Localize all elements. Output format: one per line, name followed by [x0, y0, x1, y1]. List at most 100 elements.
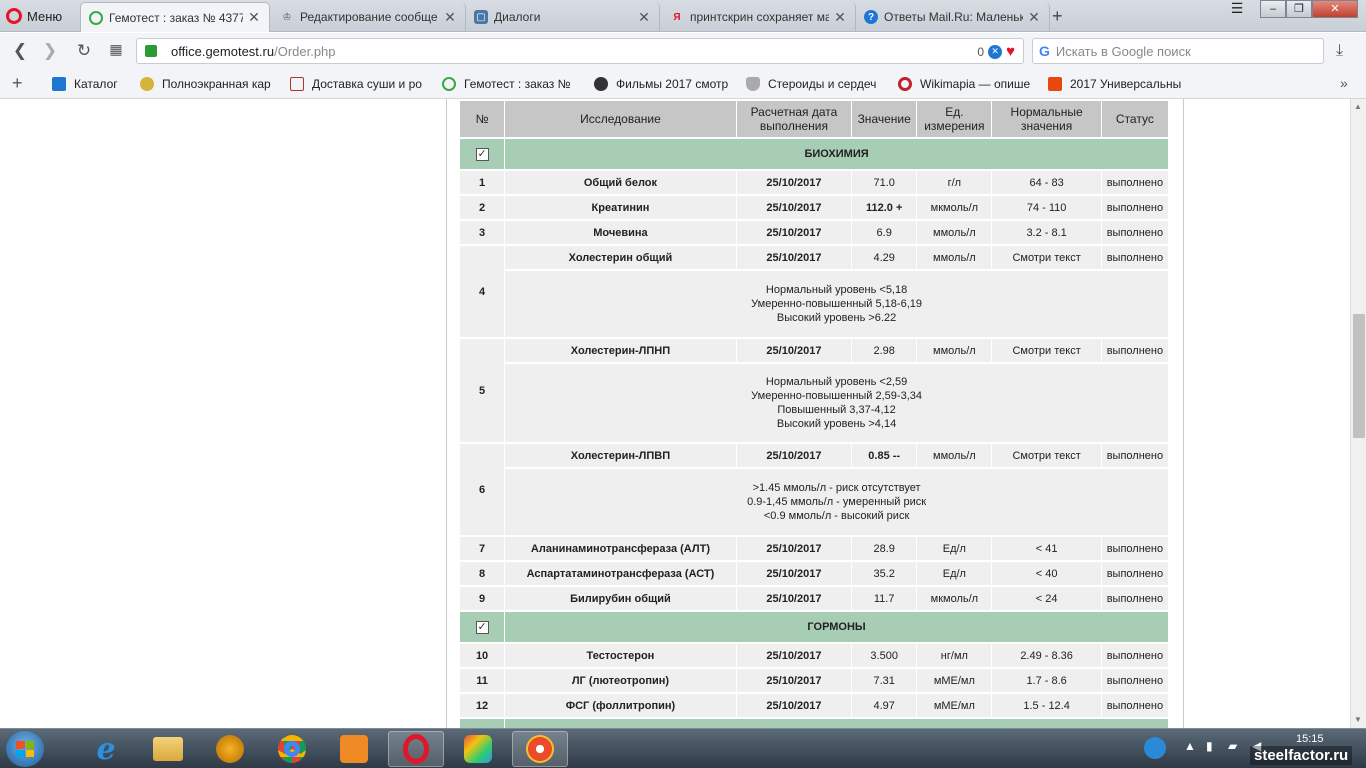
sushi-icon: [290, 77, 304, 91]
show-hidden-icons-icon[interactable]: ▲: [1184, 739, 1196, 753]
page-scrollbar[interactable]: ▲ ▼: [1350, 99, 1366, 728]
minimize-button[interactable]: –: [1260, 0, 1286, 18]
table-row: 7 Аланинаминотрансфераза (АЛТ) 25/10/201…: [460, 537, 1168, 560]
table-row: 8 Аспартатаминотрансфераза (АСТ) 25/10/2…: [460, 562, 1168, 585]
folder-icon: [153, 737, 183, 761]
col-header-value: Значение: [852, 101, 917, 137]
watermark: steelfactor.ru: [1250, 746, 1353, 765]
table-row: 3 Мочевина 25/10/2017 6.9 ммоль/л 3.2 - …: [460, 221, 1168, 244]
windows-logo-icon: [16, 741, 34, 757]
taskbar-media-player[interactable]: [326, 731, 382, 767]
vk-favicon-icon: ▢: [474, 10, 488, 24]
forum-favicon-icon: ♔: [282, 11, 292, 23]
bookmark-wikimapia[interactable]: Wikimapia — опише: [898, 76, 1032, 92]
bookmark-sushi-delivery[interactable]: Доставка суши и ро: [290, 76, 426, 92]
catalog-icon: [52, 77, 66, 91]
forward-button[interactable]: ❯: [40, 41, 60, 61]
films-icon: [594, 77, 608, 91]
search-placeholder: Искать в Google поиск: [1055, 43, 1191, 59]
taskbar-app-star[interactable]: [512, 731, 568, 767]
order-panel: № Исследование Расчетная дата выполнения…: [446, 99, 1184, 728]
col-header-date: Расчетная дата выполнения: [736, 101, 852, 137]
reference-note: Нормальный уровень <5,18 Умеренно-повыше…: [505, 271, 1168, 337]
window-controls: – ❐ ✕: [1260, 0, 1358, 18]
bookmark-films-2017[interactable]: Фильмы 2017 смотр: [594, 76, 728, 92]
tab-printscreen[interactable]: Я принтскрин сохраняет ма ✕: [662, 2, 856, 32]
tab-dialogs[interactable]: ▢ Диалоги ✕: [466, 2, 660, 32]
add-bookmark-button[interactable]: +: [12, 73, 23, 94]
google-icon: G: [1039, 43, 1050, 59]
url-field[interactable]: office.gemotest.ru /Order.php 0 ✕ ♥: [136, 38, 1024, 64]
shield-icon: [746, 77, 760, 91]
col-header-status: Статус: [1101, 101, 1168, 137]
section-title: БИОХИМИЯ: [505, 139, 1168, 169]
taskbar-explorer[interactable]: [140, 731, 196, 767]
start-button[interactable]: [6, 731, 44, 767]
tab-bar: Меню Гемотест : заказ № 43771 ✕ ♔ Редакт…: [0, 0, 1366, 32]
section-row-hormones: ✓ ГОРМОНЫ: [460, 612, 1168, 642]
bookmark-fullscreen-map[interactable]: Полноэкранная кар: [140, 76, 274, 92]
close-icon[interactable]: ✕: [1027, 9, 1041, 26]
new-tab-button[interactable]: +: [1052, 6, 1063, 27]
table-note-row: Нормальный уровень <2,59 Умеренно-повыше…: [460, 364, 1168, 442]
aliexpress-icon: [1048, 77, 1062, 91]
scrollbar-thumb[interactable]: [1353, 314, 1365, 438]
gemotest-icon: [442, 77, 456, 91]
paint-palette-icon: [464, 735, 492, 763]
vpn-icon[interactable]: ✕: [988, 44, 1003, 59]
checkbox-checked-icon[interactable]: ✓: [475, 147, 489, 161]
reference-note: >1.45 ммоль/л - риск отсутствует 0.9-1,4…: [505, 469, 1168, 535]
taskbar-aimp[interactable]: [202, 731, 258, 767]
tab-edit-message[interactable]: ♔ Редактирование сообще ✕: [272, 2, 466, 32]
chrome-icon: [278, 735, 306, 763]
clock[interactable]: 15:15: [1296, 733, 1324, 745]
close-icon[interactable]: ✕: [247, 9, 261, 26]
bookmark-gemotest[interactable]: Гемотест : заказ №: [442, 76, 576, 92]
taskbar-chrome[interactable]: [264, 731, 320, 767]
taskbar-opera[interactable]: [388, 731, 444, 767]
mailru-answers-favicon-icon: ?: [864, 10, 878, 24]
taskbar-ie[interactable]: e: [78, 731, 134, 767]
close-icon[interactable]: ✕: [833, 9, 847, 26]
url-host: office.gemotest.ru: [171, 43, 275, 59]
speed-dial-grid-icon[interactable]: ▦: [106, 41, 126, 58]
table-row: 6 Холестерин-ЛПВП 25/10/2017 0.85 -- ммо…: [460, 444, 1168, 535]
secure-lock-icon: [145, 45, 157, 57]
table-row: 1 Общий белок 25/10/2017 71.0 г/л 64 - 8…: [460, 171, 1168, 194]
bookmark-heart-icon[interactable]: ♥: [1006, 43, 1015, 60]
search-field[interactable]: G Искать в Google поиск: [1032, 38, 1324, 64]
tab-gemotest[interactable]: Гемотест : заказ № 43771 ✕: [80, 2, 270, 32]
table-row: 2 Креатинин 25/10/2017 112.0 + мкмоль/л …: [460, 196, 1168, 219]
close-icon[interactable]: ✕: [443, 9, 457, 26]
col-header-norm: Нормальные значения: [992, 101, 1101, 137]
col-header-unit: Ед. измерения: [917, 101, 992, 137]
restore-button[interactable]: ❐: [1286, 0, 1312, 18]
bookmark-steroids[interactable]: Стероиды и сердеч: [746, 76, 880, 92]
bookmarks-bar: + Каталог Полноэкранная кар Доставка суш…: [0, 69, 1366, 99]
checkbox-checked-icon[interactable]: ✓: [475, 620, 489, 634]
scroll-down-icon[interactable]: ▼: [1354, 715, 1362, 724]
battery-icon[interactable]: ▮: [1206, 739, 1213, 753]
section-checkbox[interactable]: ✓: [460, 612, 505, 642]
tab-otvety-mail[interactable]: ? Ответы Mail.Ru: Маленьк ✕: [856, 2, 1050, 32]
close-window-button[interactable]: ✕: [1312, 0, 1358, 18]
url-actions: 0 ✕ ♥: [977, 43, 1015, 60]
section-checkbox[interactable]: ✓: [460, 139, 505, 169]
table-row: 11 ЛГ (лютеотропин) 25/10/2017 7.31 мМЕ/…: [460, 669, 1168, 692]
back-button[interactable]: ❮: [10, 41, 30, 61]
section-row-next: [460, 719, 1168, 728]
tab-menu-icon[interactable]: ☰: [1226, 0, 1248, 18]
bookmark-catalog[interactable]: Каталог: [52, 76, 132, 92]
taskbar-paint[interactable]: [450, 731, 506, 767]
network-icon[interactable]: ▰: [1228, 739, 1237, 753]
gemotest-favicon-icon: [89, 10, 103, 25]
opera-menu-button[interactable]: Меню: [6, 6, 62, 26]
bookmark-universal-2017[interactable]: 2017 Универсальны: [1048, 76, 1182, 92]
more-bookmarks-icon[interactable]: »: [1340, 75, 1348, 91]
close-icon[interactable]: ✕: [637, 9, 651, 26]
download-icon[interactable]: ⤓: [1336, 42, 1343, 60]
reload-button[interactable]: ↻: [74, 41, 94, 61]
table-row: 9 Билирубин общий 25/10/2017 11.7 мкмоль…: [460, 587, 1168, 610]
search-tray-icon[interactable]: [1144, 737, 1166, 759]
scroll-up-icon[interactable]: ▲: [1354, 102, 1362, 111]
